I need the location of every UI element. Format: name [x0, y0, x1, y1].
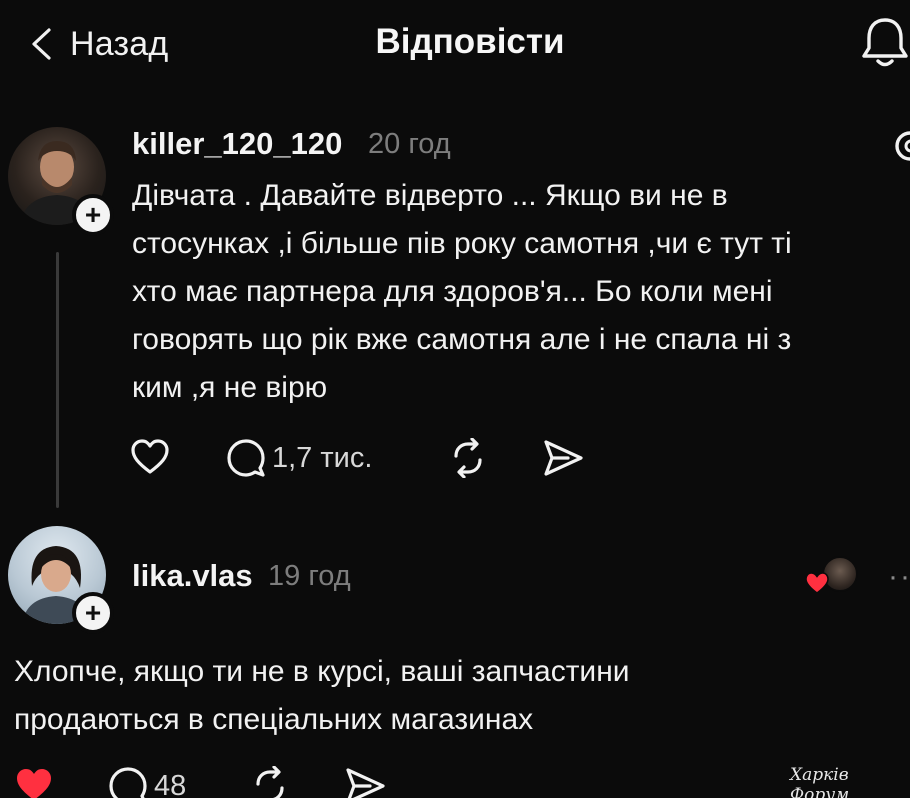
post-time: 20 год [368, 128, 451, 160]
heart-icon [805, 572, 829, 594]
share-button[interactable] [344, 766, 386, 798]
comment-count: 48 [154, 769, 187, 798]
comment-icon [109, 767, 147, 798]
share-icon [544, 440, 583, 476]
bell-icon[interactable] [860, 14, 910, 70]
comment-count: 1,7 тис. [272, 441, 373, 474]
threads-icon[interactable] [890, 128, 910, 164]
comment-icon [227, 439, 265, 477]
repost-button[interactable] [448, 438, 488, 478]
heart-filled-icon [17, 769, 51, 798]
share-button[interactable] [542, 438, 584, 478]
reply-time: 19 год [268, 560, 351, 592]
heart-icon [131, 439, 169, 474]
follow-button[interactable]: + [72, 592, 114, 634]
repost-icon [454, 438, 482, 478]
post-text: Дівчата . Давайте відверто ... Якщо ви н… [132, 179, 792, 404]
more-options-icon[interactable]: ·· [888, 560, 910, 594]
like-button[interactable] [14, 766, 54, 798]
like-button[interactable] [130, 438, 170, 476]
watermark: Харків Форум [790, 765, 850, 798]
page-title: Відповісти [375, 22, 565, 61]
comment-button[interactable]: 1,7 тис. [226, 438, 372, 478]
thread-line [56, 252, 59, 508]
top-bar: Назад Відповісти [0, 0, 910, 90]
repost-button[interactable] [250, 766, 290, 798]
follow-button[interactable]: + [72, 194, 114, 236]
share-icon [346, 768, 385, 798]
reply-text: Хлопче, якщо ти не в курсі, ваші запчаст… [14, 655, 630, 736]
repost-icon [256, 766, 284, 798]
reply-username[interactable]: lika.vlas [132, 558, 253, 594]
post-username[interactable]: killer_120_120 [132, 126, 342, 162]
comment-button[interactable]: 48 [108, 766, 186, 798]
